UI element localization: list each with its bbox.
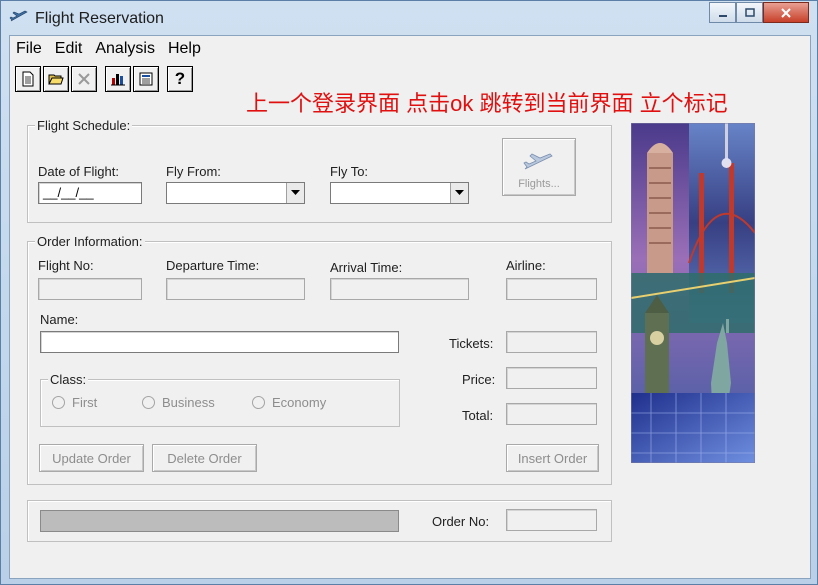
city-collage-image	[631, 123, 755, 463]
delete-order-button[interactable]: Delete Order	[152, 444, 257, 472]
flights-button[interactable]: Flights...	[502, 138, 576, 196]
red-annotation-note: 上一个登录界面 点击ok 跳转到当前界面 立个标记	[246, 91, 728, 116]
close-icon	[781, 7, 791, 18]
class-first-radio[interactable]: First	[52, 395, 97, 410]
minimize-button[interactable]	[709, 2, 736, 23]
window-title: Flight Reservation	[35, 10, 164, 27]
fly-from-label: Fly From:	[166, 164, 221, 179]
open-folder-icon	[48, 74, 64, 85]
menu-analysis[interactable]: Analysis	[89, 40, 161, 58]
class-economy-radio[interactable]: Economy	[252, 395, 326, 410]
class-business-label: Business	[162, 395, 215, 410]
tickets-label: Tickets:	[449, 336, 494, 351]
fly-from-dropdown[interactable]	[166, 182, 305, 204]
toolbar: ?	[15, 66, 195, 92]
tickets-field	[506, 331, 597, 353]
class-label: Class:	[48, 372, 89, 387]
arrival-time-label: Arrival Time:	[330, 260, 403, 275]
date-of-flight-label: Date of Flight:	[38, 164, 119, 179]
total-label: Total:	[462, 408, 494, 423]
menu-file[interactable]: File	[10, 40, 48, 58]
client-area: File Edit Analysis Help ? 上一个登录界面 点击ok 跳…	[9, 35, 811, 579]
radio-circle-icon	[142, 396, 155, 409]
departure-time-label: Departure Time:	[166, 258, 260, 273]
radio-circle-icon	[52, 396, 65, 409]
class-economy-label: Economy	[272, 395, 327, 410]
name-label: Name:	[40, 312, 79, 327]
fly-to-dropdown[interactable]	[330, 182, 469, 204]
date-of-flight-input[interactable]: __/__/__	[38, 182, 142, 204]
help-button[interactable]: ?	[167, 66, 193, 92]
name-input[interactable]	[40, 331, 399, 353]
flight-reservation-window: Flight Reservation File Edit Analysis He…	[0, 0, 818, 585]
reports-button[interactable]	[133, 66, 159, 92]
price-field	[506, 367, 597, 389]
airplane-app-icon	[9, 10, 28, 22]
price-label: Price:	[462, 372, 496, 387]
delete-order-toolbar-button[interactable]	[71, 66, 97, 92]
insert-order-button[interactable]: Insert Order	[506, 444, 599, 472]
flight-no-field	[38, 278, 142, 300]
delete-x-icon	[78, 73, 90, 85]
open-order-button[interactable]	[43, 66, 69, 92]
dropdown-arrow-icon[interactable]	[286, 183, 304, 203]
dropdown-arrow-icon[interactable]	[450, 183, 468, 203]
maximize-button[interactable]	[736, 2, 763, 23]
new-order-button[interactable]	[15, 66, 41, 92]
menu-edit[interactable]: Edit	[49, 40, 89, 58]
order-no-label: Order No:	[432, 514, 490, 529]
progress-bar	[40, 510, 399, 532]
graph-button[interactable]	[105, 66, 131, 92]
calculator-icon	[139, 72, 153, 86]
bar-chart-icon	[111, 74, 125, 86]
maximize-icon	[744, 7, 755, 17]
minimize-icon	[718, 14, 727, 17]
help-icon: ?	[174, 69, 186, 88]
menu-bar: File Edit Analysis Help	[10, 36, 810, 62]
departure-time-field	[166, 278, 305, 300]
flight-no-label: Flight No:	[38, 258, 94, 273]
airline-label: Airline:	[506, 258, 546, 273]
class-business-radio[interactable]: Business	[142, 395, 215, 410]
airplane-icon	[523, 153, 553, 170]
total-field	[506, 403, 597, 425]
order-no-field	[506, 509, 597, 531]
airline-field	[506, 278, 597, 300]
class-first-label: First	[72, 395, 98, 410]
order-information-label: Order Information:	[35, 234, 145, 249]
fly-to-label: Fly To:	[330, 164, 369, 179]
radio-circle-icon	[252, 396, 265, 409]
flight-schedule-label: Flight Schedule:	[35, 118, 133, 133]
arrival-time-field	[330, 278, 469, 300]
flights-button-label: Flights...	[518, 178, 560, 190]
close-button[interactable]	[763, 2, 809, 23]
menu-help[interactable]: Help	[162, 40, 207, 58]
update-order-button[interactable]: Update Order	[39, 444, 144, 472]
title-bar[interactable]: Flight Reservation	[1, 1, 817, 35]
new-document-icon	[22, 71, 34, 87]
